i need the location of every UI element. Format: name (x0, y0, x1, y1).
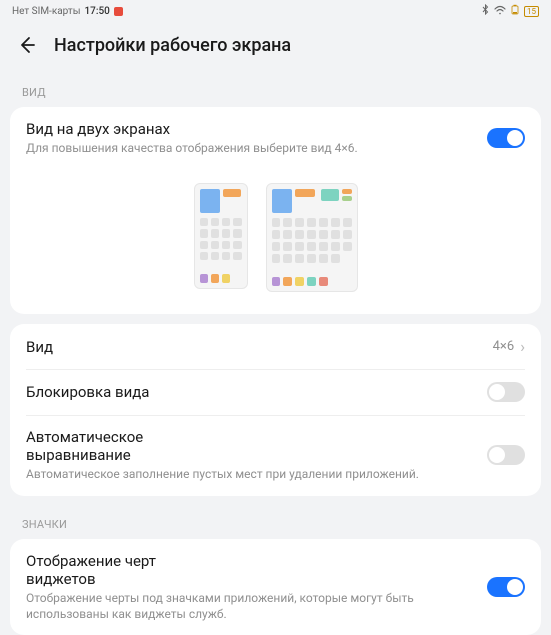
status-bar: Нет SIM-карты 17:50 15 (0, 0, 551, 20)
widget-dashes-row: Отображение черт виджетов Отображение че… (10, 539, 541, 635)
layout-preview (10, 169, 541, 314)
page-title: Настройки рабочего экрана (54, 35, 291, 56)
auto-align-title: Автоматическое выравнивание (26, 428, 206, 464)
widget-dashes-title: Отображение черт виджетов (26, 552, 206, 588)
auto-align-row: Автоматическое выравнивание Автоматическ… (10, 415, 541, 495)
bluetooth-icon (481, 4, 490, 18)
notification-badge-icon (114, 7, 123, 16)
auto-align-subtitle: Автоматическое заполнение пустых мест пр… (26, 466, 419, 482)
widget-dashes-toggle[interactable] (487, 577, 525, 597)
battery-icon (510, 4, 520, 18)
back-button[interactable] (16, 34, 38, 56)
widget-dashes-subtitle: Отображение черты под значками приложени… (26, 590, 475, 622)
view-value: 4×6 (493, 339, 515, 354)
view-settings-card: Вид 4×6 › Блокировка вида Автоматическое… (10, 324, 541, 495)
section-label-icons: ЗНАЧКИ (0, 506, 551, 539)
chevron-right-icon: › (520, 337, 525, 356)
battery-percent: 15 (524, 6, 539, 17)
dual-screen-card: Вид на двух экранах Для повышения качест… (10, 107, 541, 314)
status-right: 15 (481, 4, 539, 18)
arrow-left-icon (17, 35, 37, 55)
dual-screen-title: Вид на двух экранах (26, 120, 358, 138)
dual-screen-subtitle: Для повышения качества отображения выбер… (26, 140, 358, 156)
carrier-text: Нет SIM-карты (12, 6, 80, 17)
dual-screen-row: Вид на двух экранах Для повышения качест… (10, 107, 541, 169)
view-title: Вид (26, 338, 53, 356)
lock-view-title: Блокировка вида (26, 383, 149, 401)
icons-card: Отображение черт виджетов Отображение че… (10, 539, 541, 635)
wifi-icon (494, 5, 506, 18)
lock-view-row: Блокировка вида (10, 369, 541, 415)
auto-align-toggle[interactable] (487, 445, 525, 465)
preview-phone-folded (194, 183, 248, 289)
status-left: Нет SIM-карты 17:50 (12, 6, 123, 17)
view-row[interactable]: Вид 4×6 › (10, 324, 541, 369)
preview-phone-unfolded (266, 183, 358, 292)
header: Настройки рабочего экрана (0, 20, 551, 74)
dual-screen-toggle[interactable] (487, 128, 525, 148)
lock-view-toggle[interactable] (487, 382, 525, 402)
status-time: 17:50 (84, 6, 109, 17)
section-label-view: ВИД (0, 74, 551, 107)
